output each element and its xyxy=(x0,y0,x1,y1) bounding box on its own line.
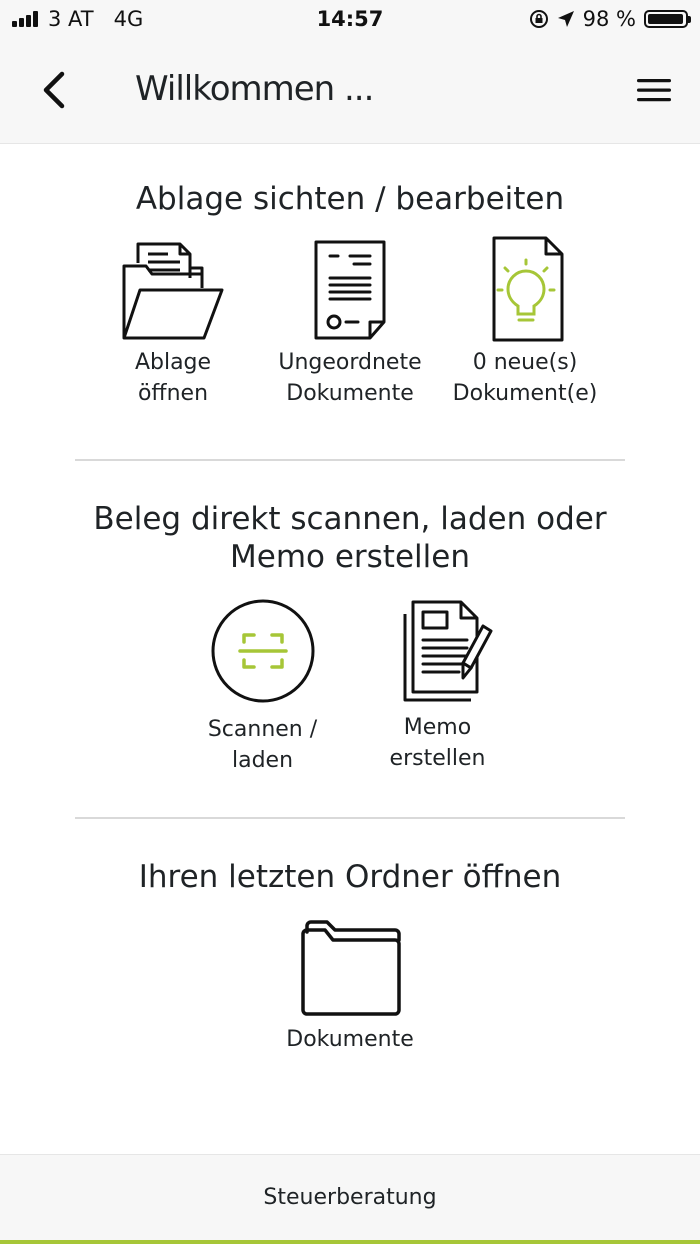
status-bar: 3 AT 4G 14:57 98 % xyxy=(0,0,700,40)
navigation-bar: Willkommen ... xyxy=(0,40,700,144)
location-arrow-icon xyxy=(557,11,574,27)
hamburger-menu-icon[interactable] xyxy=(636,76,672,104)
memo-pen-icon xyxy=(403,600,492,702)
tile-scan-upload-label: Scannen / laden xyxy=(207,717,318,773)
tile-last-folder[interactable]: Dokumente xyxy=(275,918,425,1055)
scan-icon xyxy=(211,599,314,703)
battery-percent: 98 % xyxy=(582,7,636,31)
divider xyxy=(75,459,625,461)
open-folder-icon xyxy=(122,242,224,340)
status-right: 98 % xyxy=(529,7,691,31)
battery-level-fill xyxy=(648,14,684,24)
rotation-lock-icon xyxy=(529,10,548,28)
lightbulb-document-icon xyxy=(492,236,564,342)
tile-unsorted-documents-label: Ungeordnete Dokumente xyxy=(278,350,422,406)
tile-unsorted-documents[interactable]: Ungeordnete Dokumente xyxy=(275,238,425,409)
divider xyxy=(75,817,625,819)
page-title: Willkommen ... xyxy=(135,69,374,109)
footer-steuerberatung-button[interactable]: Steuerberatung xyxy=(0,1154,700,1241)
section-title-scan: Beleg direkt scannen, laden oder Memo er… xyxy=(93,501,607,575)
section-title-last-folder: Ihren letzten Ordner öffnen xyxy=(138,859,562,895)
tile-new-documents[interactable]: 0 neue(s) Dokument(e) xyxy=(445,234,605,409)
battery-icon xyxy=(644,10,691,28)
tile-open-archive-label: Ablage öffnen xyxy=(134,350,212,406)
chevron-left-icon[interactable] xyxy=(38,68,72,112)
tile-new-documents-label: 0 neue(s) Dokument(e) xyxy=(452,350,598,406)
tile-open-archive[interactable]: Ablage öffnen xyxy=(103,238,243,409)
section-title-review: Ablage sichten / bearbeiten xyxy=(135,181,565,217)
tile-create-memo[interactable]: Memo erstellen xyxy=(365,596,510,774)
tile-scan-upload[interactable]: Scannen / laden xyxy=(195,598,330,776)
accent-bottom-line xyxy=(0,1240,700,1244)
folder-icon xyxy=(301,920,401,1016)
tile-create-memo-label: Memo erstellen xyxy=(389,715,486,771)
tile-last-folder-label: Dokumente xyxy=(286,1027,414,1052)
document-icon xyxy=(314,240,386,340)
